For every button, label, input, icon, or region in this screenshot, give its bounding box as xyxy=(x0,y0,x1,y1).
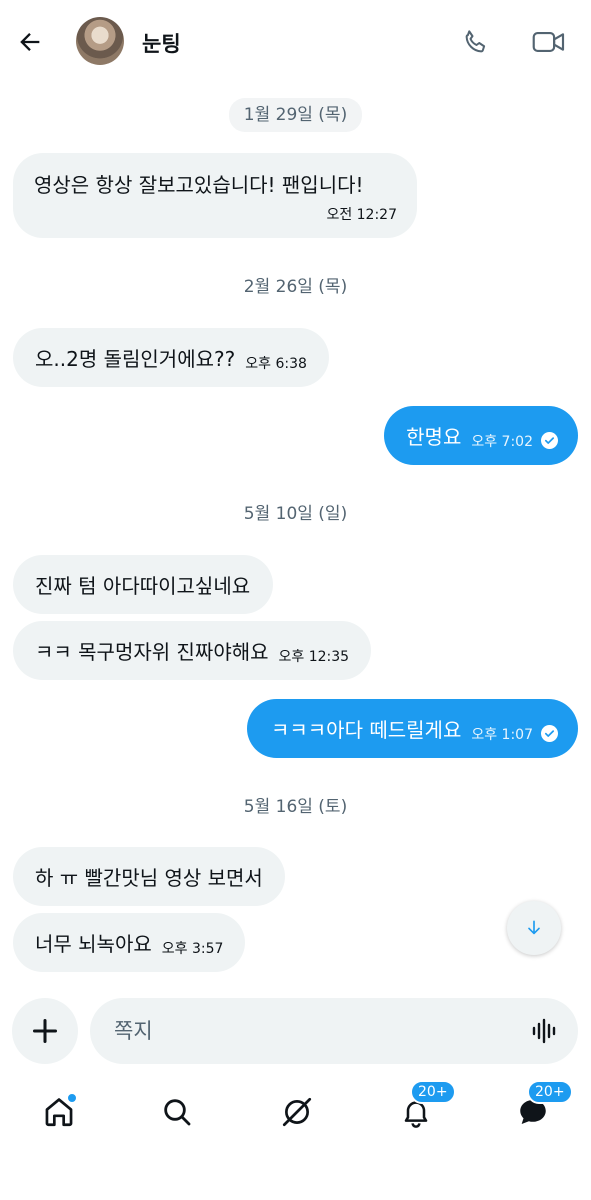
voice-waveform-icon xyxy=(532,1018,556,1044)
message-time: 오후 12:35 xyxy=(278,648,350,665)
call-button[interactable] xyxy=(458,24,494,60)
message-bubble-incoming[interactable]: 진짜 텀 아다따이고싶네요 xyxy=(13,555,274,614)
search-icon xyxy=(164,1099,191,1126)
conversation-header: 눈팅 xyxy=(0,0,591,84)
nav-grok[interactable] xyxy=(277,1092,317,1132)
message-time: 오후 1:07 xyxy=(471,726,533,743)
message-time: 오후 7:02 xyxy=(471,433,533,450)
back-button[interactable] xyxy=(12,24,48,60)
read-receipt-check-icon xyxy=(541,725,558,742)
avatar[interactable] xyxy=(76,17,124,65)
message-text: 영상은 항상 잘보고있습니다! 팬입니다! xyxy=(34,173,364,197)
date-separator: 2월 26일 (목) xyxy=(243,277,348,297)
phone-icon xyxy=(465,30,486,53)
scroll-to-bottom-button[interactable] xyxy=(507,901,561,955)
date-separator: 5월 16일 (토) xyxy=(243,797,348,817)
nav-messages[interactable]: 20+ xyxy=(513,1080,573,1132)
read-receipt-check-icon xyxy=(541,432,558,449)
message-text: 진짜 텀 아다따이고싶네요 xyxy=(35,574,251,598)
plus-icon xyxy=(32,1018,58,1044)
date-separator: 1월 29일 (목) xyxy=(0,98,591,132)
message-bubble-incoming[interactable]: 오..2명 돌림인거에요?? 오후 6:38 xyxy=(13,328,329,387)
message-bubble-outgoing[interactable]: 한명요 오후 7:02 xyxy=(384,406,578,465)
message-composer[interactable] xyxy=(90,998,578,1064)
arrow-down-icon xyxy=(528,920,540,935)
message-time: 오후 6:38 xyxy=(245,355,307,372)
voice-message-button[interactable] xyxy=(530,1016,560,1046)
message-text: 한명요 xyxy=(406,425,462,449)
message-bubble-outgoing[interactable]: ㅋㅋㅋ아다 떼드릴게요 오후 1:07 xyxy=(246,699,578,758)
message-bubble-incoming[interactable]: ㅋㅋ 목구멍자위 진짜야해요 오후 12:35 xyxy=(13,621,372,680)
date-separator: 5월 10일 (일) xyxy=(243,504,348,524)
bottom-navigation: 20+ 20+ xyxy=(0,1078,591,1148)
message-text: 오..2명 돌림인거에요?? xyxy=(35,347,236,371)
message-text: ㅋㅋ 목구멍자위 진짜야해요 xyxy=(35,640,269,664)
video-call-button[interactable] xyxy=(529,24,569,60)
notification-count-badge: 20+ xyxy=(410,1080,456,1104)
message-bubble-incoming[interactable]: 너무 뇌녹아요 오후 3:57 xyxy=(13,913,246,972)
message-text: ㅋㅋㅋ아다 떼드릴게요 xyxy=(270,718,462,742)
notification-dot xyxy=(67,1093,77,1103)
message-text: 하 ㅠ 빨간맛님 영상 보면서 xyxy=(35,866,263,890)
nav-search[interactable] xyxy=(157,1092,197,1132)
message-text: 너무 뇌녹아요 xyxy=(35,932,152,956)
nav-notifications[interactable]: 20+ xyxy=(396,1080,456,1132)
message-bubble-incoming[interactable]: 하 ㅠ 빨간맛님 영상 보면서 xyxy=(13,847,285,906)
add-media-button[interactable] xyxy=(12,998,78,1064)
message-time: 오전 12:27 xyxy=(326,207,397,223)
grok-icon xyxy=(282,1097,312,1127)
arrow-left-icon xyxy=(20,33,40,51)
contact-name[interactable]: 눈팅 xyxy=(142,28,181,58)
message-time: 오후 3:57 xyxy=(161,940,224,957)
nav-home[interactable] xyxy=(39,1092,79,1132)
message-input[interactable] xyxy=(114,998,514,1064)
message-count-badge: 20+ xyxy=(527,1080,573,1104)
video-camera-icon xyxy=(532,32,565,52)
message-bubble-incoming[interactable]: 영상은 항상 잘보고있습니다! 팬입니다! 오전 12:27 xyxy=(13,153,417,238)
